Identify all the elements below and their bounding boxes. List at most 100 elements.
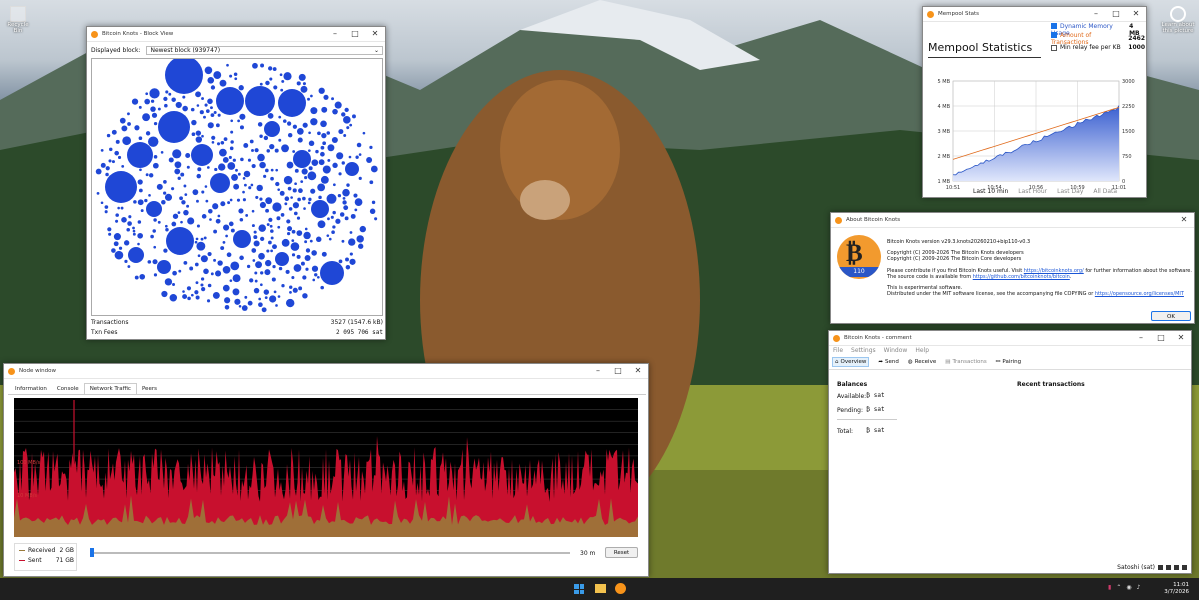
tx-bubble <box>255 261 262 269</box>
legend-transactions[interactable]: Amount of Transactions 2462 <box>1051 32 1145 46</box>
tab-network-traffic[interactable]: Network Traffic <box>83 383 137 394</box>
menu-file[interactable]: File <box>833 347 843 354</box>
tx-bubble <box>206 299 211 303</box>
menu-help[interactable]: Help <box>915 347 929 354</box>
legend-minfee[interactable]: Min relay fee per KB 1000 <box>1051 43 1145 52</box>
reset-button[interactable]: Reset <box>605 547 638 558</box>
minimize-button[interactable]: – <box>588 364 608 378</box>
tool-transactions[interactable]: ▤ Transactions <box>945 359 987 365</box>
app-icon <box>91 30 98 38</box>
range-last-day[interactable]: Last Day <box>1057 188 1083 195</box>
volume-tray-icon[interactable]: ♪ <box>1137 584 1141 591</box>
minfee-checkbox[interactable] <box>1051 44 1057 51</box>
node-titlebar[interactable]: Node window – □ ✕ <box>4 364 648 379</box>
mempool-window[interactable]: Mempool Stats – □ ✕ Mempool Statistics Dyn… <box>922 6 1147 198</box>
tx-bubble <box>304 240 308 244</box>
tab-peers[interactable]: Peers <box>137 384 162 394</box>
displayed-block-select[interactable]: Newest block (939747) ⌄ <box>146 46 383 55</box>
about-window[interactable]: About Bitcoin Knots ✕ ₿ 110 Bitcoin Knot… <box>830 212 1195 324</box>
tray-app-icon[interactable]: ▮ <box>1108 584 1111 591</box>
tool-pairing[interactable]: ⚯ Pairing <box>996 359 1021 365</box>
mempool-titlebar[interactable]: Mempool Stats – □ ✕ <box>923 7 1146 22</box>
close-button[interactable]: ✕ <box>1171 331 1191 345</box>
tx-bubble <box>215 123 220 128</box>
ok-button[interactable]: OK <box>1151 311 1191 321</box>
file-explorer-icon[interactable] <box>595 584 606 593</box>
tx-bubble <box>303 207 306 210</box>
block-view-titlebar[interactable]: Bitcoin Knots - Block View – □ ✕ <box>87 27 385 42</box>
tx-bubble <box>127 122 131 126</box>
learn-picture-icon[interactable]: Learn about this picture <box>1161 6 1195 34</box>
close-button[interactable]: ✕ <box>628 364 648 378</box>
unit-selector[interactable]: Satoshi (sat) <box>1117 564 1155 571</box>
tx-bubble <box>164 103 168 108</box>
close-button[interactable]: ✕ <box>1126 7 1146 21</box>
node-window[interactable]: Node window – □ ✕ Information Console Netw… <box>3 363 649 577</box>
minimize-button[interactable]: – <box>1086 7 1106 21</box>
start-button[interactable] <box>574 584 584 594</box>
memory-checkbox[interactable] <box>1051 23 1057 29</box>
range-last-hour[interactable]: Last Hour <box>1018 188 1047 195</box>
maximize-button[interactable]: □ <box>1106 7 1126 21</box>
tx-bubble <box>296 128 304 135</box>
wallet-toolbar: ⌂ Overview ➦ Send ◍ Receive ▤ Transactions ⚯… <box>832 356 1030 368</box>
tx-bubble <box>153 155 158 159</box>
maximize-button[interactable]: □ <box>345 27 365 41</box>
maximize-button[interactable]: □ <box>1151 331 1171 345</box>
tx-bubble <box>309 239 313 243</box>
about-titlebar[interactable]: About Bitcoin Knots ✕ <box>831 213 1194 228</box>
menu-settings[interactable]: Settings <box>851 347 876 354</box>
tx-bubble <box>275 168 279 172</box>
mit-license-link[interactable]: https://opensource.org/licenses/MIT <box>1095 291 1184 297</box>
displayed-block-value: Newest block (939747) <box>150 47 221 54</box>
tx-bubble <box>186 204 190 208</box>
block-view-window[interactable]: Bitcoin Knots - Block View – □ ✕ Displayed… <box>86 26 386 340</box>
tx-bubble <box>326 193 337 204</box>
tool-send[interactable]: ➦ Send <box>878 359 898 365</box>
tool-overview[interactable]: ⌂ Overview <box>832 357 870 367</box>
recycle-bin-icon[interactable]: Recycle Bin <box>6 6 30 34</box>
bitcoin-knots-taskbar-icon[interactable] <box>615 583 626 594</box>
tx-bubble <box>298 73 306 81</box>
tab-console[interactable]: Console <box>52 384 84 394</box>
tx-bubble <box>277 188 280 191</box>
clock[interactable]: 11:01 3/7/2026 <box>1164 582 1189 596</box>
timespan-slider-handle[interactable] <box>90 548 94 557</box>
tx-bubble <box>316 275 320 279</box>
minimize-button[interactable]: – <box>1131 331 1151 345</box>
tab-information[interactable]: Information <box>10 384 52 394</box>
github-link[interactable]: https://github.com/bitcoinknots/bitcoin <box>973 274 1070 280</box>
tx-bubble <box>371 200 376 205</box>
tx-bubble <box>171 221 177 227</box>
tx-bubble <box>296 254 301 259</box>
tx-bubble <box>272 202 282 212</box>
tray-chevron-icon[interactable]: ⌃ <box>1116 584 1121 591</box>
tx-bubble <box>355 155 359 159</box>
wallet-titlebar[interactable]: Bitcoin Knots - comment – □ ✕ <box>829 331 1191 346</box>
close-button[interactable]: ✕ <box>1174 213 1194 227</box>
minimize-button[interactable]: – <box>325 27 345 41</box>
range-last-10-min[interactable]: Last 10 min <box>973 188 1008 195</box>
tx-bubble <box>298 286 303 291</box>
tx-bubble <box>166 227 194 255</box>
tx-bubble <box>182 290 185 293</box>
close-button[interactable]: ✕ <box>365 27 385 41</box>
wallet-window[interactable]: Bitcoin Knots - comment – □ ✕ File Setting… <box>828 330 1192 574</box>
range-all-data[interactable]: All Data <box>1093 188 1117 195</box>
network-tray-icon[interactable]: ◉ <box>1126 584 1131 591</box>
tx-bubble <box>323 94 329 100</box>
menu-window[interactable]: Window <box>884 347 908 354</box>
tx-bubble <box>285 298 295 308</box>
timespan-slider-track[interactable] <box>90 552 570 554</box>
transactions-checkbox[interactable] <box>1051 32 1057 38</box>
tx-bubble <box>287 132 293 138</box>
tx-bubble <box>203 268 209 275</box>
knots-website-link[interactable]: https://bitcoinknots.org/ <box>1024 268 1084 274</box>
maximize-button[interactable]: □ <box>608 364 628 378</box>
tx-bubble <box>244 295 248 299</box>
tx-bubble <box>200 277 205 281</box>
tx-bubble <box>341 161 345 165</box>
tool-receive[interactable]: ◍ Receive <box>908 359 936 365</box>
node-title: Node window <box>19 368 56 374</box>
tx-bubble <box>356 142 362 148</box>
